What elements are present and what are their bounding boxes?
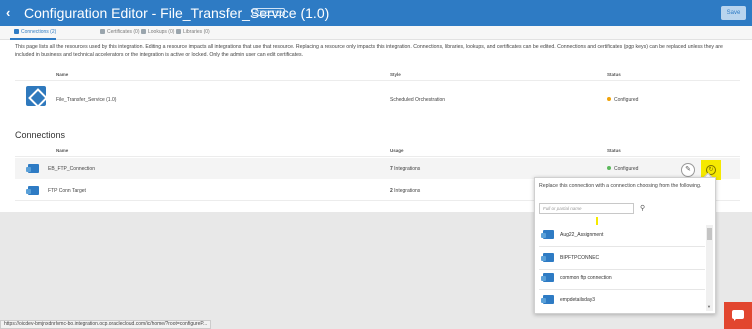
lookup-icon bbox=[141, 29, 146, 34]
popup-instructions: Replace this connection with a connectio… bbox=[539, 183, 702, 189]
column-header-name: Name bbox=[56, 148, 69, 153]
page-description: This page lists all the resources used b… bbox=[15, 44, 723, 58]
chevron-left-icon[interactable]: ‹ bbox=[6, 5, 10, 20]
scrollbar-thumb[interactable] bbox=[707, 228, 712, 240]
integration-icon bbox=[26, 86, 46, 106]
column-header-style: Style bbox=[390, 72, 401, 77]
connection-icon bbox=[541, 253, 554, 262]
connections-icon bbox=[14, 29, 19, 34]
connection-search-input[interactable] bbox=[539, 203, 634, 214]
divider bbox=[539, 289, 705, 290]
chat-button[interactable] bbox=[724, 302, 752, 329]
connection-usage: 7 Integrations bbox=[390, 166, 421, 172]
list-item[interactable]: common ftp connection bbox=[541, 273, 612, 282]
column-header-status: Status bbox=[607, 148, 621, 153]
connection-name[interactable]: EB_FTP_Connection bbox=[48, 166, 95, 172]
connection-name[interactable]: FTP Conn Target bbox=[48, 188, 86, 194]
scroll-down-icon[interactable]: ▼ bbox=[707, 304, 711, 309]
connection-icon bbox=[26, 164, 39, 173]
list-item[interactable]: BIPFTPCONNEC bbox=[541, 253, 599, 262]
column-header-status: Status bbox=[607, 72, 621, 77]
active-tab-indicator bbox=[10, 38, 56, 40]
tab-libraries[interactable]: Libraries (0) bbox=[176, 29, 210, 35]
certificate-icon bbox=[100, 29, 105, 34]
search-icon[interactable]: ⚲ bbox=[640, 204, 645, 212]
connection-icon bbox=[541, 295, 554, 304]
status-dot-icon bbox=[607, 97, 611, 101]
column-header-name: Name bbox=[56, 72, 69, 77]
list-item[interactable]: Aug22_Assignment bbox=[541, 230, 603, 239]
divider bbox=[539, 269, 705, 270]
connection-icon bbox=[541, 230, 554, 239]
status-bar-url: https://oicdev-bmjnxdnrlvmc-bo.integrati… bbox=[0, 320, 212, 329]
chat-icon bbox=[732, 310, 744, 321]
integration-style: Scheduled Orchestration bbox=[390, 97, 446, 103]
divider bbox=[15, 156, 740, 157]
replace-connection-popup: Replace this connection with a connectio… bbox=[534, 177, 716, 314]
library-icon bbox=[176, 29, 181, 34]
connection-usage: 2 Integrations bbox=[390, 188, 421, 194]
cursor-highlight bbox=[596, 217, 598, 225]
integration-name: File_Transfer_Service (1.0) bbox=[56, 97, 117, 103]
divider bbox=[15, 80, 740, 81]
divider bbox=[539, 246, 705, 247]
connections-section-title: Connections bbox=[15, 130, 66, 140]
status-dot-icon bbox=[607, 166, 611, 170]
integration-badge: INTEGRATION bbox=[252, 8, 286, 16]
tab-connections[interactable]: Connections (2) bbox=[14, 29, 56, 35]
connection-status: Configured bbox=[607, 166, 638, 172]
app-header: ‹ Configuration Editor - File_Transfer_S… bbox=[0, 0, 752, 26]
connection-icon bbox=[26, 186, 39, 195]
column-header-usage: Usage bbox=[390, 148, 404, 153]
edit-connection-button[interactable]: ✎ bbox=[681, 163, 695, 177]
tab-certificates[interactable]: Certificates (0) bbox=[100, 29, 140, 35]
connection-icon bbox=[541, 273, 554, 282]
resource-tabs: Connections (2) Certificates (0) Lookups… bbox=[0, 26, 752, 40]
tab-lookups[interactable]: Lookups (0) bbox=[141, 29, 174, 35]
list-item[interactable]: empdetailsday3 bbox=[541, 295, 595, 304]
integration-status: Configured bbox=[607, 97, 638, 103]
save-button[interactable]: Save bbox=[721, 6, 746, 20]
